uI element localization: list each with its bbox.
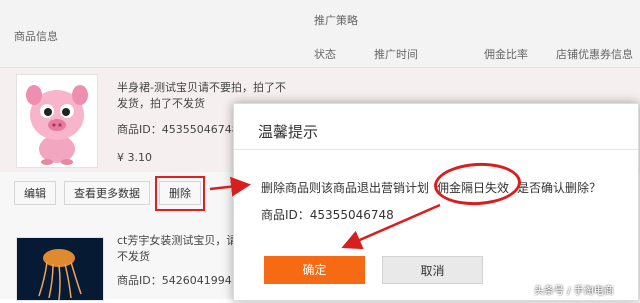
annotation-arrows [209,176,441,250]
watermark: 头条号 / 手淘电商 [534,286,614,297]
arrow-to-ok-icon [341,203,441,250]
arrow-to-dialog-icon [209,176,251,197]
